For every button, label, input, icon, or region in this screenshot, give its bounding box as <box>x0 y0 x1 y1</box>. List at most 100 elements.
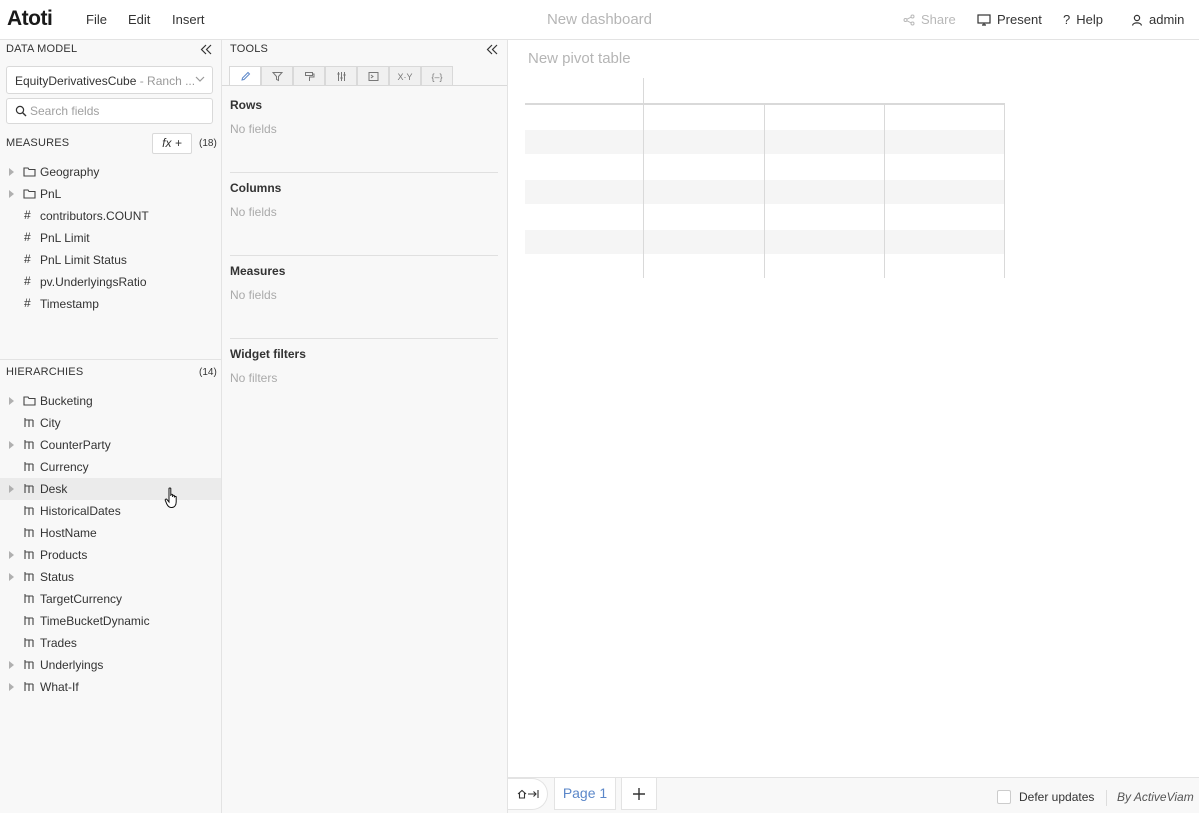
hierarchies-count: (14) <box>199 367 217 378</box>
measure-label: PnL <box>40 187 62 201</box>
hierarchy-item-status[interactable]: Status <box>0 566 221 588</box>
by-activeviam-link[interactable]: By ActiveViam <box>1106 790 1194 806</box>
tab-filters[interactable] <box>261 66 293 86</box>
hierarchy-item-city[interactable]: City <box>0 412 221 434</box>
tab-xy[interactable]: X·Y <box>389 66 421 86</box>
add-calculated-measure-button[interactable]: fx + <box>152 133 192 154</box>
measure-item[interactable]: # PnL Limit Status <box>0 249 221 271</box>
hierarchy-icon <box>24 594 34 603</box>
pencil-icon <box>240 71 250 81</box>
collapse-tools-icon[interactable] <box>486 44 498 55</box>
pages-home-button[interactable] <box>508 778 548 810</box>
top-bar: Atoti File Edit Insert New dashboard Sha… <box>0 0 1199 40</box>
rows-dropzone[interactable]: No fields <box>230 122 277 136</box>
search-fields-input[interactable] <box>30 104 205 118</box>
hash-icon: # <box>24 230 31 244</box>
add-page-button[interactable] <box>621 778 657 810</box>
widget-filters-dropzone[interactable]: No filters <box>230 371 277 385</box>
hierarchy-label: Currency <box>40 460 89 474</box>
expand-caret-icon[interactable] <box>9 573 14 581</box>
hierarchy-item-historicaldates[interactable]: HistoricalDates <box>0 500 221 522</box>
terminal-icon <box>368 72 378 81</box>
paint-roller-icon <box>304 72 314 81</box>
present-button[interactable]: Present <box>977 12 1042 27</box>
measures-heading: MEASURES <box>6 137 70 149</box>
hierarchy-label: What-If <box>40 680 79 694</box>
menu-edit[interactable]: Edit <box>128 12 150 27</box>
hierarchy-icon <box>24 616 34 625</box>
menu-insert[interactable]: Insert <box>172 12 205 27</box>
help-button[interactable]: ? Help <box>1063 12 1103 27</box>
share-label: Share <box>921 12 956 27</box>
measures-dropzone[interactable]: No fields <box>230 288 277 302</box>
app-logo: Atoti <box>7 7 53 30</box>
hierarchy-item-trades[interactable]: Trades <box>0 632 221 654</box>
defer-updates-checkbox[interactable] <box>997 790 1011 804</box>
tab-style[interactable] <box>293 66 325 86</box>
cube-selector[interactable]: EquityDerivativesCube - Ranch ... <box>6 66 213 94</box>
expand-caret-icon[interactable] <box>9 168 14 176</box>
dashboard-title[interactable]: New dashboard <box>547 11 652 28</box>
expand-caret-icon[interactable] <box>9 551 14 559</box>
hierarchy-label: TargetCurrency <box>40 592 123 606</box>
hierarchy-item-underlyings[interactable]: Underlyings <box>0 654 221 676</box>
hierarchy-item-hostname[interactable]: HostName <box>0 522 221 544</box>
hierarchy-icon <box>24 682 34 691</box>
rows-title: Rows <box>230 98 263 112</box>
hierarchy-item-products[interactable]: Products <box>0 544 221 566</box>
menu-file[interactable]: File <box>86 12 107 27</box>
defer-updates-label: Defer updates <box>1019 790 1095 804</box>
sliders-icon <box>337 72 345 81</box>
widget-title[interactable]: New pivot table <box>528 50 631 67</box>
measure-item[interactable]: # contributors.COUNT <box>0 205 221 227</box>
measure-item[interactable]: # Timestamp <box>0 293 221 315</box>
expand-caret-icon[interactable] <box>9 485 14 493</box>
hand-cursor-icon <box>164 487 177 508</box>
tools-heading: TOOLS <box>230 43 269 55</box>
columns-dropzone[interactable]: No fields <box>230 205 277 219</box>
hierarchy-item-timebucketdynamic[interactable]: TimeBucketDynamic <box>0 610 221 632</box>
expand-caret-icon[interactable] <box>9 441 14 449</box>
hierarchy-item-desk[interactable]: Desk <box>0 478 221 500</box>
widget-filters-title: Widget filters <box>230 347 306 361</box>
measure-folder-geography[interactable]: Geography <box>0 161 221 183</box>
table-column-divider <box>1004 103 1005 278</box>
user-menu[interactable]: admin <box>1131 12 1184 27</box>
monitor-icon <box>977 13 991 26</box>
table-column-divider <box>643 78 644 278</box>
hierarchy-item-counterparty[interactable]: CounterParty <box>0 434 221 456</box>
section-divider <box>0 359 221 360</box>
hierarchy-item-targetcurrency[interactable]: TargetCurrency <box>0 588 221 610</box>
hierarchy-item-what-if[interactable]: What-If <box>0 676 221 698</box>
hierarchy-label: HistoricalDates <box>40 504 121 518</box>
search-fields-box[interactable] <box>6 98 213 124</box>
defer-updates-toggle[interactable]: Defer updates <box>997 790 1094 804</box>
tab-settings[interactable] <box>325 66 357 86</box>
measure-folder-pnl[interactable]: PnL <box>0 183 221 205</box>
hash-icon: # <box>24 296 31 310</box>
chevron-down-icon <box>195 76 205 82</box>
tab-content-editor[interactable] <box>229 66 261 86</box>
expand-caret-icon[interactable] <box>9 661 14 669</box>
measure-item[interactable]: # PnL Limit <box>0 227 221 249</box>
search-icon <box>15 105 27 117</box>
share-button[interactable]: Share <box>903 12 956 27</box>
hierarchy-label: CounterParty <box>40 438 111 452</box>
cube-subtitle: - Ranch ... <box>136 74 196 88</box>
dashboard-canvas[interactable]: New pivot table <box>508 40 1199 777</box>
user-label: admin <box>1149 12 1185 27</box>
tab-variables[interactable]: {–} <box>421 66 453 86</box>
hierarchy-item-currency[interactable]: Currency <box>0 456 221 478</box>
hierarchy-item-bucketing[interactable]: Bucketing <box>0 390 221 412</box>
expand-caret-icon[interactable] <box>9 190 14 198</box>
collapse-left-icon[interactable] <box>200 44 212 55</box>
page-tab-1[interactable]: Page 1 <box>554 778 616 810</box>
rows-separator <box>230 172 498 173</box>
hash-icon: # <box>24 208 31 222</box>
hierarchy-icon <box>24 484 34 493</box>
hierarchy-icon <box>24 506 34 515</box>
measure-item[interactable]: # pv.UnderlyingsRatio <box>0 271 221 293</box>
tab-query[interactable] <box>357 66 389 86</box>
expand-caret-icon[interactable] <box>9 397 14 405</box>
expand-caret-icon[interactable] <box>9 683 14 691</box>
